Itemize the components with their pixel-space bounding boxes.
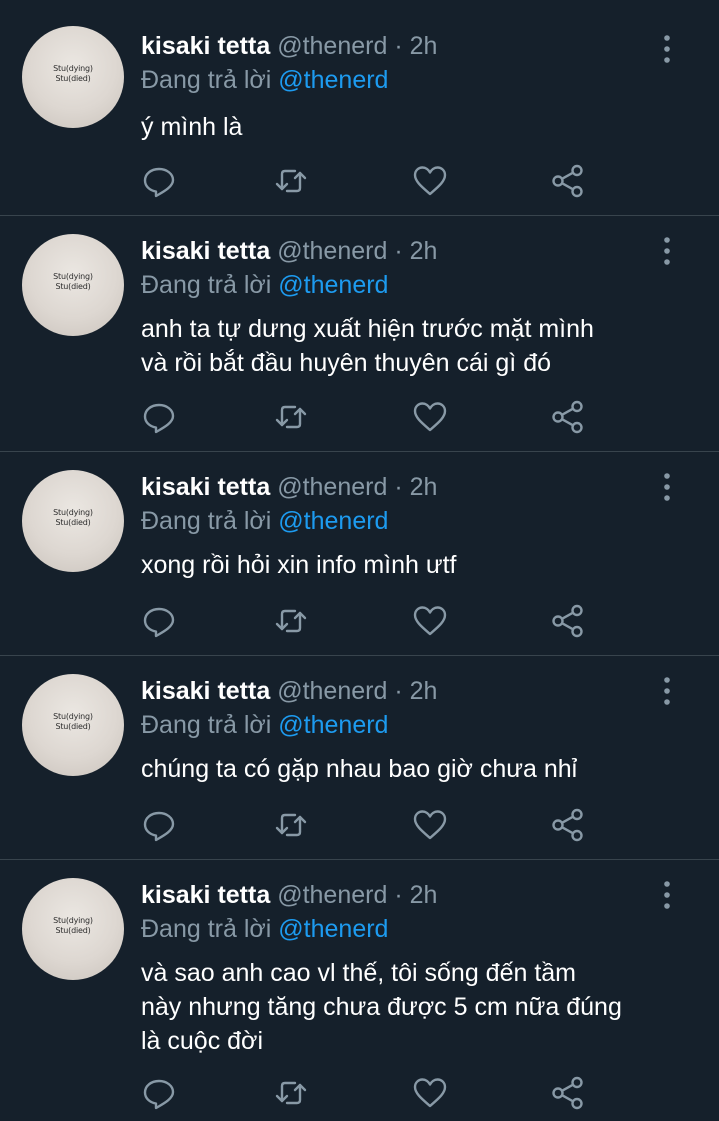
replying-to: Đang trả lời @thenerd xyxy=(141,912,388,946)
replying-to: Đang trả lời @thenerd xyxy=(141,708,388,742)
retweet-icon[interactable] xyxy=(273,603,309,639)
reply-icon[interactable] xyxy=(141,163,177,199)
tweet-text-line: và sao anh cao vl thế, tôi sống đến tầm xyxy=(141,959,576,987)
like-icon[interactable] xyxy=(412,163,448,199)
tweet-actions xyxy=(141,163,601,203)
reply-icon[interactable] xyxy=(141,399,177,435)
avatar-shirt-text: Stu(dying) Stu(died) xyxy=(53,272,93,291)
separator-dot: · xyxy=(394,473,403,501)
tweet[interactable]: Stu(dying) Stu(died) kisaki tetta @thene… xyxy=(0,656,719,860)
tweet-header: kisaki tetta @thenerd · 2h xyxy=(141,674,437,708)
more-icon[interactable] xyxy=(652,34,682,64)
avatar[interactable]: Stu(dying) Stu(died) xyxy=(22,234,124,336)
like-icon[interactable] xyxy=(412,603,448,639)
more-icon[interactable] xyxy=(652,236,682,266)
share-icon[interactable] xyxy=(550,807,586,843)
tweet[interactable]: Stu(dying) Stu(died) kisaki tetta @thene… xyxy=(0,216,719,452)
avatar[interactable]: Stu(dying) Stu(died) xyxy=(22,26,124,128)
timestamp[interactable]: 2h xyxy=(410,473,438,501)
tweet[interactable]: Stu(dying) Stu(died) kisaki tetta @thene… xyxy=(0,860,719,1121)
tweet-actions xyxy=(141,399,601,439)
user-handle[interactable]: @thenerd xyxy=(277,881,387,909)
tweet-text: chúng ta có gặp nhau bao giờ chưa nhỉ xyxy=(141,752,701,786)
tweet-actions xyxy=(141,603,601,643)
avatar-shirt-text: Stu(dying) Stu(died) xyxy=(53,712,93,731)
separator-dot: · xyxy=(394,237,403,265)
display-name[interactable]: kisaki tetta xyxy=(141,881,270,909)
display-name[interactable]: kisaki tetta xyxy=(141,677,270,705)
replying-to-label: Đang trả lời xyxy=(141,66,272,94)
timestamp[interactable]: 2h xyxy=(410,237,438,265)
reply-icon[interactable] xyxy=(141,1075,177,1111)
tweet-text-line: này nhưng tăng chưa được 5 cm nữa đúng xyxy=(141,993,622,1021)
timestamp[interactable]: 2h xyxy=(410,32,438,60)
user-handle[interactable]: @thenerd xyxy=(277,677,387,705)
replying-to: Đang trả lời @thenerd xyxy=(141,268,388,302)
tweet-text: xong rồi hỏi xin info mình ưtf xyxy=(141,548,701,582)
tweet-text-line: xong rồi hỏi xin info mình ưtf xyxy=(141,551,457,579)
retweet-icon[interactable] xyxy=(273,163,309,199)
retweet-icon[interactable] xyxy=(273,1075,309,1111)
like-icon[interactable] xyxy=(412,399,448,435)
tweet-actions xyxy=(141,1075,601,1115)
more-icon[interactable] xyxy=(652,880,682,910)
separator-dot: · xyxy=(394,881,403,909)
avatar[interactable]: Stu(dying) Stu(died) xyxy=(22,674,124,776)
replying-to: Đang trả lời @thenerd xyxy=(141,504,388,538)
share-icon[interactable] xyxy=(550,1075,586,1111)
tweet-header: kisaki tetta @thenerd · 2h xyxy=(141,470,437,504)
tweet-actions xyxy=(141,807,601,847)
user-handle[interactable]: @thenerd xyxy=(277,32,387,60)
display-name[interactable]: kisaki tetta xyxy=(141,473,270,501)
more-icon[interactable] xyxy=(652,676,682,706)
tweet-text: anh ta tự dưng xuất hiện trước mặt mình … xyxy=(141,312,701,380)
share-icon[interactable] xyxy=(550,163,586,199)
tweet-text-line: chúng ta có gặp nhau bao giờ chưa nhỉ xyxy=(141,755,578,783)
tweet-text-line: là cuộc đời xyxy=(141,1027,264,1055)
retweet-icon[interactable] xyxy=(273,399,309,435)
avatar-shirt-text: Stu(dying) Stu(died) xyxy=(53,916,93,935)
mention-link[interactable]: @thenerd xyxy=(278,915,388,943)
avatar-shirt-text: Stu(dying) Stu(died) xyxy=(53,64,93,83)
separator-dot: · xyxy=(394,677,403,705)
mention-link[interactable]: @thenerd xyxy=(278,507,388,535)
share-icon[interactable] xyxy=(550,603,586,639)
tweet-header: kisaki tetta @thenerd · 2h xyxy=(141,878,437,912)
display-name[interactable]: kisaki tetta xyxy=(141,237,270,265)
reply-icon[interactable] xyxy=(141,807,177,843)
user-handle[interactable]: @thenerd xyxy=(277,237,387,265)
tweet-text: ý mình là xyxy=(141,110,701,144)
avatar[interactable]: Stu(dying) Stu(died) xyxy=(22,470,124,572)
replying-to-label: Đang trả lời xyxy=(141,711,272,739)
tweet[interactable]: Stu(dying) Stu(died) kisaki tetta @thene… xyxy=(0,452,719,656)
replying-to-label: Đang trả lời xyxy=(141,271,272,299)
like-icon[interactable] xyxy=(412,807,448,843)
reply-icon[interactable] xyxy=(141,603,177,639)
share-icon[interactable] xyxy=(550,399,586,435)
timestamp[interactable]: 2h xyxy=(410,881,438,909)
like-icon[interactable] xyxy=(412,1075,448,1111)
tweet-text: và sao anh cao vl thế, tôi sống đến tầm … xyxy=(141,956,701,1058)
tweet-text-line: và rồi bắt đầu huyên thuyên cái gì đó xyxy=(141,349,552,377)
replying-to: Đang trả lời @thenerd xyxy=(141,63,388,97)
tweet-header: kisaki tetta @thenerd · 2h xyxy=(141,234,437,268)
mention-link[interactable]: @thenerd xyxy=(278,271,388,299)
avatar[interactable]: Stu(dying) Stu(died) xyxy=(22,878,124,980)
tweet-header: kisaki tetta @thenerd · 2h xyxy=(141,29,437,63)
more-icon[interactable] xyxy=(652,472,682,502)
replying-to-label: Đang trả lời xyxy=(141,915,272,943)
retweet-icon[interactable] xyxy=(273,807,309,843)
replying-to-label: Đang trả lời xyxy=(141,507,272,535)
tweet-text-line: ý mình là xyxy=(141,113,243,141)
mention-link[interactable]: @thenerd xyxy=(278,711,388,739)
tweet-text-line: anh ta tự dưng xuất hiện trước mặt mình xyxy=(141,315,594,343)
user-handle[interactable]: @thenerd xyxy=(277,473,387,501)
avatar-shirt-text: Stu(dying) Stu(died) xyxy=(53,508,93,527)
timestamp[interactable]: 2h xyxy=(410,677,438,705)
tweet[interactable]: Stu(dying) Stu(died) kisaki tetta @thene… xyxy=(0,0,719,216)
separator-dot: · xyxy=(394,32,403,60)
mention-link[interactable]: @thenerd xyxy=(278,66,388,94)
display-name[interactable]: kisaki tetta xyxy=(141,32,270,60)
